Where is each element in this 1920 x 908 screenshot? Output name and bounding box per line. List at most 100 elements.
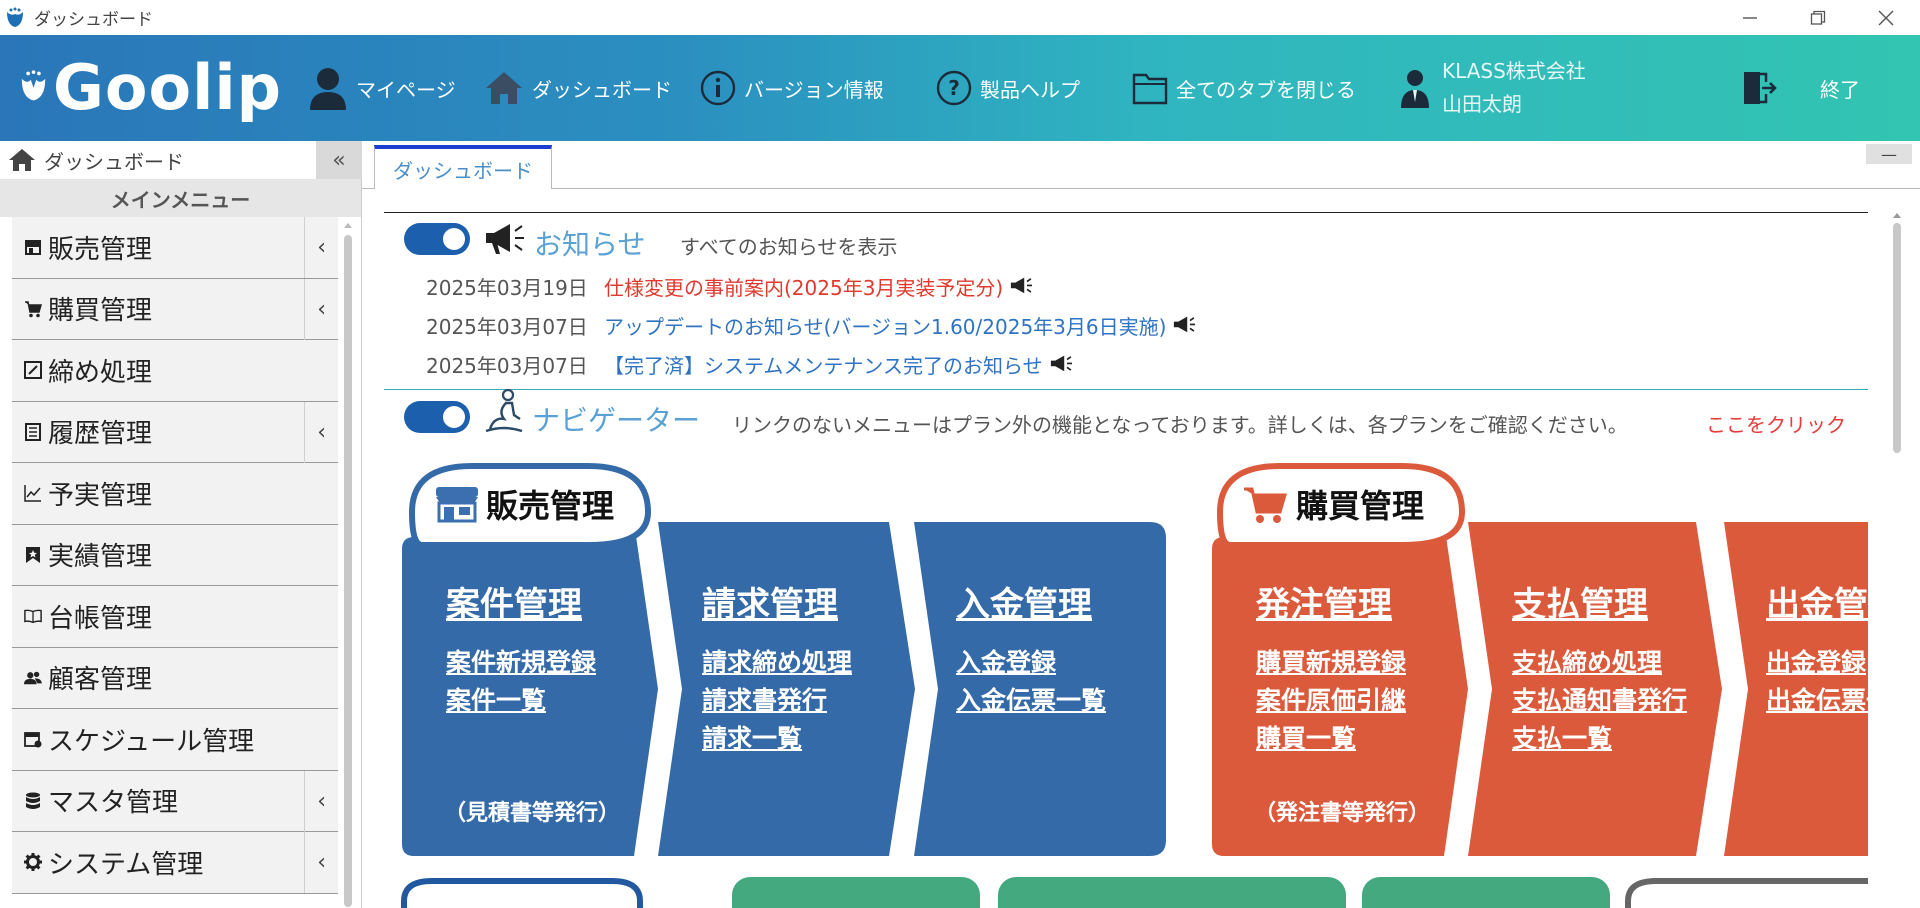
exit-icon-button[interactable] — [1740, 35, 1786, 141]
dashboard-content: お知らせ すべてのお知らせを表示 2025年03月19日 仕様変更の事前案内(2… — [362, 189, 1920, 908]
payment-closing-link[interactable]: 支払締め処理 — [1512, 644, 1687, 682]
order-note: （発注書等発行） — [1254, 801, 1431, 826]
payment-list-link[interactable]: 支払一覧 — [1512, 720, 1687, 758]
content-scroll-thumb[interactable] — [1893, 223, 1901, 453]
sidebar-item-results[interactable]: 実績管理 — [12, 524, 338, 586]
sidebar-item-label: システム管理 — [48, 849, 204, 880]
svg-text:?: ? — [948, 76, 960, 100]
sidebar-collapse-button[interactable]: « — [316, 141, 362, 179]
case-list-link[interactable]: 案件一覧 — [446, 682, 596, 720]
sidebar-scroll-thumb[interactable] — [344, 235, 352, 907]
tulip-logo-icon — [21, 70, 46, 101]
edit-box-icon — [24, 361, 42, 380]
receipt-register-link[interactable]: 入金登録 — [956, 644, 1106, 682]
payment-management-title[interactable]: 支払管理 — [1512, 577, 1687, 626]
close-window-button[interactable] — [1852, 0, 1920, 35]
sidebar-item-label: 販売管理 — [48, 234, 153, 265]
case-management-card: 案件管理 案件新規登録 案件一覧 — [446, 577, 596, 720]
nav-label-help: 製品ヘルプ — [980, 77, 1080, 102]
bookmark-icon — [24, 546, 42, 564]
sales-section-label: 販売管理 — [486, 487, 615, 525]
product-help-link[interactable]: ? 製品ヘルプ — [936, 35, 1080, 141]
main-menu: 販売管理 ‹ 購買管理 ‹ 締め処理 履歴管理 ‹ 予実管理 実績管理 台帳管理 — [12, 217, 338, 894]
payment-notice-link[interactable]: 支払通知書発行 — [1512, 682, 1687, 720]
sidebar-item-customers[interactable]: 顧客管理 — [12, 647, 338, 709]
disbursement-management-title[interactable]: 出金管理 — [1766, 577, 1868, 626]
help-icon: ? — [936, 70, 972, 106]
user-company: KLASS株式会社 — [1442, 59, 1586, 83]
purchase-new-link[interactable]: 購買新規登録 — [1256, 644, 1406, 682]
billing-management-card: 請求管理 請求締め処理 請求書発行 請求一覧 — [702, 577, 852, 758]
chevron-left-icon[interactable]: ‹ — [317, 217, 326, 278]
folder-icon — [1132, 73, 1168, 105]
purchase-list-link[interactable]: 購買一覧 — [1256, 720, 1406, 758]
panel-minimize-button[interactable]: — — [1866, 144, 1912, 164]
sidebar-scrollbar[interactable] — [342, 217, 354, 907]
cost-carryover-link[interactable]: 案件原価引継 — [1256, 682, 1406, 720]
bottom-card-2 — [732, 877, 980, 908]
info-icon — [700, 70, 736, 106]
chevron-left-icon[interactable]: ‹ — [317, 402, 326, 463]
bottom-card-3 — [998, 877, 1346, 908]
sidebar-item-system[interactable]: システム管理 ‹ — [12, 832, 338, 894]
disbursement-clip: 出金管理 出金登録 出金伝票一覧 — [1762, 569, 1868, 809]
home-icon — [486, 72, 522, 104]
app-header: Goolip マイページ ダッシュボード バージョン情報 ? 製品ヘルプ 全ての… — [0, 35, 1920, 141]
chevron-left-icon[interactable]: ‹ — [317, 279, 326, 340]
close-icon — [1878, 10, 1894, 25]
goolip-logo[interactable]: Goolip — [20, 47, 282, 127]
payment-management-card: 支払管理 支払締め処理 支払通知書発行 支払一覧 — [1512, 577, 1687, 758]
window-title: ダッシュボード — [34, 10, 153, 30]
tab-bar: ダッシュボード — — [362, 141, 1920, 189]
cart-icon — [24, 300, 42, 318]
database-icon — [24, 792, 42, 810]
case-new-link[interactable]: 案件新規登録 — [446, 644, 596, 682]
disbursement-register-link[interactable]: 出金登録 — [1766, 644, 1868, 682]
window-controls — [1716, 0, 1920, 35]
case-management-title[interactable]: 案件管理 — [446, 577, 596, 626]
exit-button[interactable]: 終了 — [1820, 35, 1860, 141]
user-info: KLASS株式会社 山田太朗 — [1400, 55, 1586, 121]
sidebar-item-label: 締め処理 — [48, 357, 153, 388]
sidebar-item-label: スケジュール管理 — [48, 726, 255, 757]
store-icon — [24, 238, 42, 256]
order-management-title[interactable]: 発注管理 — [1256, 577, 1406, 626]
mypage-link[interactable]: マイページ — [308, 35, 456, 141]
restore-window-button[interactable] — [1784, 0, 1852, 35]
content-scrollbar[interactable] — [1890, 207, 1904, 907]
billing-list-link[interactable]: 請求一覧 — [702, 720, 852, 758]
receipt-slip-list-link[interactable]: 入金伝票一覧 — [956, 682, 1106, 720]
chevron-left-icon[interactable]: ‹ — [317, 771, 326, 832]
sidebar-item-ledger[interactable]: 台帳管理 — [12, 586, 338, 648]
chevron-left-icon[interactable]: ‹ — [317, 832, 326, 893]
billing-closing-link[interactable]: 請求締め処理 — [702, 644, 852, 682]
close-all-tabs-link[interactable]: 全てのタブを閉じる — [1132, 35, 1356, 141]
user-icon — [310, 68, 346, 110]
sidebar-item-closing[interactable]: 締め処理 — [12, 340, 338, 402]
home-icon — [9, 149, 35, 171]
receipt-management-title[interactable]: 入金管理 — [956, 577, 1106, 626]
version-info-link[interactable]: バージョン情報 — [700, 35, 884, 141]
invoice-issue-link[interactable]: 請求書発行 — [702, 682, 852, 720]
purchase-section-label: 購買管理 — [1296, 487, 1425, 525]
sidebar-item-label: 顧客管理 — [48, 665, 153, 696]
sidebar-item-label: 実績管理 — [48, 542, 153, 573]
sidebar-item-sales[interactable]: 販売管理 ‹ — [12, 217, 338, 279]
calendar-icon — [24, 730, 42, 748]
nav-label-mypage: マイページ — [356, 77, 456, 102]
order-management-card: 発注管理 購買新規登録 案件原価引継 購買一覧 — [1256, 577, 1406, 758]
sidebar-item-forecast[interactable]: 予実管理 — [12, 463, 338, 525]
dashboard-link[interactable]: ダッシュボード — [484, 35, 672, 141]
sidebar-item-history[interactable]: 履歴管理 ‹ — [12, 401, 338, 463]
bottom-card-5 — [1625, 878, 1868, 908]
sidebar-item-schedule[interactable]: スケジュール管理 — [12, 709, 338, 771]
disbursement-slip-list-link[interactable]: 出金伝票一覧 — [1766, 682, 1868, 720]
chart-line-icon — [24, 484, 42, 502]
sidebar-item-purchase[interactable]: 購買管理 ‹ — [12, 278, 338, 340]
sidebar-item-master[interactable]: マスタ管理 ‹ — [12, 770, 338, 832]
minimize-icon — [1743, 16, 1757, 19]
billing-management-title[interactable]: 請求管理 — [702, 577, 852, 626]
disbursement-management-card: 出金管理 出金登録 出金伝票一覧 — [1766, 577, 1868, 720]
tab-dashboard[interactable]: ダッシュボード — [374, 145, 552, 189]
minimize-window-button[interactable] — [1716, 0, 1784, 35]
